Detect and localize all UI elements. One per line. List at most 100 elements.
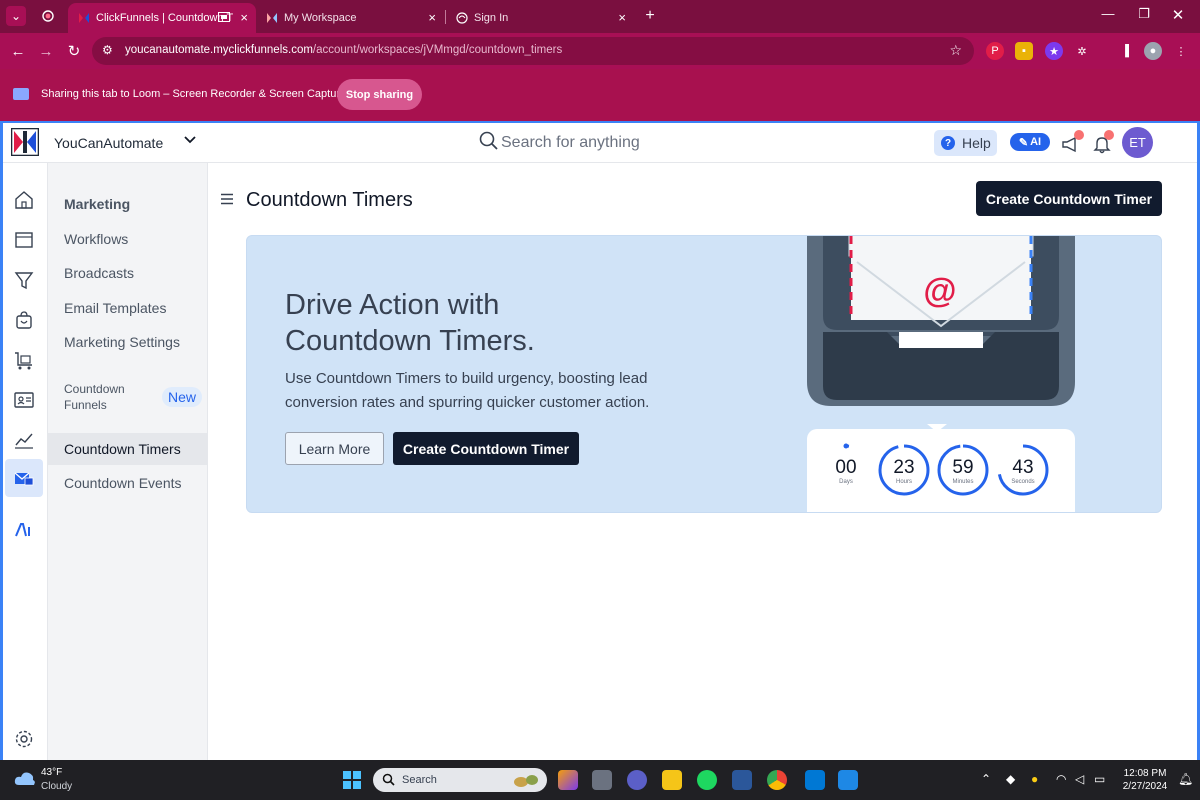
- subnav-item-broadcasts[interactable]: Broadcasts: [48, 257, 207, 289]
- learn-more-button[interactable]: Learn More: [285, 432, 384, 465]
- extension-icon[interactable]: ▪: [1015, 42, 1033, 60]
- funnel-icon: [14, 272, 34, 290]
- close-tab-icon[interactable]: ×: [240, 10, 248, 25]
- search-highlight-icon: [514, 775, 538, 787]
- windows-taskbar: 43°F Cloudy Search ⌃ ◆ ● ◠ ◁ ▭ 12:08 PM …: [0, 760, 1200, 800]
- puzzle-extensions-icon[interactable]: ✲: [1073, 42, 1091, 60]
- copilot-app-icon[interactable]: [558, 770, 578, 790]
- subnav-item-marketing-settings[interactable]: Marketing Settings: [48, 326, 207, 358]
- rail-funnels[interactable]: [5, 261, 43, 299]
- notification-dot: [1074, 130, 1084, 140]
- subnav-item-countdown-funnels[interactable]: Countdown Funnels New: [48, 377, 207, 417]
- tab-title: Sign In: [474, 12, 509, 24]
- clock-date: 2/27/2024: [1122, 781, 1168, 792]
- ai-logo-icon: [15, 523, 30, 537]
- battery-icon[interactable]: ▭: [1094, 772, 1105, 786]
- back-icon[interactable]: ←: [8, 41, 28, 61]
- ai-label: AI: [1030, 136, 1042, 148]
- tab-clickfunnels[interactable]: ClickFunnels | Countdown T ×: [68, 3, 256, 33]
- rail-home[interactable]: [5, 181, 43, 219]
- reload-icon[interactable]: ↻: [64, 41, 84, 61]
- search-placeholder: Search for anything: [501, 134, 640, 151]
- app-header: YouCanAutomate Search for anything ? Hel…: [3, 123, 1197, 163]
- rail-store[interactable]: [5, 301, 43, 339]
- workspace-name[interactable]: YouCanAutomate: [54, 135, 163, 151]
- teams-app-icon[interactable]: [627, 770, 647, 790]
- clickfunnels-favicon-icon: [79, 13, 89, 23]
- url-field[interactable]: ⚙ youcanautomate.myclickfunnels.com/acco…: [92, 37, 974, 65]
- weather-condition: Cloudy: [41, 781, 73, 792]
- rail-orders[interactable]: [5, 341, 43, 379]
- rail-ai[interactable]: [5, 511, 43, 549]
- address-bar-row: ← → ↻ ⚙ youcanautomate.myclickfunnels.co…: [0, 33, 1200, 69]
- global-search[interactable]: Search for anything: [479, 131, 699, 155]
- subnav-item-countdown-timers[interactable]: Countdown Timers: [48, 433, 207, 465]
- new-tab-icon[interactable]: +: [640, 6, 660, 26]
- minimize-icon[interactable]: —: [1096, 6, 1120, 21]
- banner-create-countdown-timer-button[interactable]: Create Countdown Timer: [393, 432, 579, 465]
- system-clock[interactable]: 12:08 PM 2/27/2024: [1119, 767, 1171, 793]
- rail-settings[interactable]: [5, 720, 43, 758]
- clickfunnels-logo-icon[interactable]: [11, 128, 39, 156]
- notifications-icon[interactable]: 🔔︎: [1178, 772, 1193, 786]
- subnav-item-label: Countdown Funnels: [64, 382, 125, 412]
- extension-badge-icon[interactable]: ★: [1045, 42, 1063, 60]
- speaker-icon[interactable]: ◁: [1075, 772, 1084, 786]
- subnav-item-workflows[interactable]: Workflows: [48, 223, 207, 255]
- timer-unit-label: Hours: [895, 479, 912, 485]
- ai-button[interactable]: ✎ AI: [1010, 133, 1050, 151]
- create-countdown-timer-button[interactable]: Create Countdown Timer: [976, 181, 1162, 216]
- task-view-icon[interactable]: [592, 770, 612, 790]
- windows-start-icon[interactable]: [343, 771, 361, 789]
- stop-sharing-button[interactable]: Stop sharing: [337, 79, 422, 110]
- rail-sites[interactable]: [5, 221, 43, 259]
- word-app-icon[interactable]: [732, 770, 752, 790]
- site-info-icon[interactable]: ⚙: [102, 43, 113, 57]
- spotify-app-icon[interactable]: [697, 770, 717, 790]
- profile-avatar-icon[interactable]: ●: [1144, 42, 1162, 60]
- loom-recording-icon[interactable]: [38, 6, 58, 26]
- microphone-icon[interactable]: ●: [1031, 772, 1038, 786]
- rail-analytics[interactable]: [5, 421, 43, 459]
- dropbox-icon[interactable]: ◆: [1006, 772, 1015, 786]
- close-tab-icon[interactable]: ×: [428, 10, 436, 25]
- outlook-app-icon[interactable]: [805, 770, 825, 790]
- temperature: 43°F: [41, 767, 63, 778]
- at-symbol: @: [923, 272, 956, 310]
- chrome-app-icon[interactable]: [767, 770, 787, 790]
- subnav-item-countdown-events[interactable]: Countdown Events: [48, 467, 207, 499]
- question-icon: ?: [941, 136, 955, 150]
- subnav-item-email-templates[interactable]: Email Templates: [48, 292, 207, 324]
- tray-chevron-up-icon[interactable]: ⌃: [981, 772, 991, 786]
- rail-contacts[interactable]: [5, 381, 43, 419]
- file-explorer-icon[interactable]: [662, 770, 682, 790]
- window-close-icon[interactable]: ✕: [1166, 6, 1190, 24]
- timer-value: 43: [1012, 457, 1034, 478]
- tab-sign-in[interactable]: Sign In ×: [446, 3, 634, 33]
- user-avatar[interactable]: ET: [1122, 127, 1153, 158]
- cast-icon: [218, 12, 230, 22]
- bookmark-star-icon[interactable]: ☆: [949, 42, 962, 59]
- new-badge: New: [162, 387, 203, 407]
- pinterest-extension-icon[interactable]: P: [986, 42, 1004, 60]
- taskbar-search[interactable]: Search: [373, 768, 547, 792]
- close-tab-icon[interactable]: ×: [618, 10, 626, 25]
- chevron-down-icon[interactable]: [183, 132, 197, 149]
- sharing-message: Sharing this tab to Loom – Screen Record…: [41, 88, 347, 100]
- side-panel-icon[interactable]: ▐: [1116, 42, 1134, 60]
- browser-menu-icon[interactable]: ⋮: [1172, 42, 1190, 60]
- screen-share-icon: [13, 88, 29, 100]
- wifi-icon[interactable]: ◠: [1056, 772, 1066, 786]
- help-button[interactable]: ? Help: [934, 130, 997, 156]
- forward-icon[interactable]: →: [36, 41, 56, 61]
- tab-my-workspace[interactable]: My Workspace ×: [256, 3, 444, 33]
- hamburger-menu-icon[interactable]: [220, 193, 234, 205]
- icon-rail: [3, 163, 48, 760]
- rail-marketing[interactable]: [5, 459, 43, 497]
- magic-wand-icon: ✎: [1018, 136, 1029, 149]
- cloud-weather-icon[interactable]: [14, 770, 36, 786]
- restore-icon[interactable]: ❐: [1132, 6, 1156, 22]
- tab-search-chevron-icon[interactable]: ⌄: [6, 6, 26, 26]
- calculator-app-icon[interactable]: [838, 770, 858, 790]
- timer-unit-minutes: 59 Minutes: [936, 443, 990, 497]
